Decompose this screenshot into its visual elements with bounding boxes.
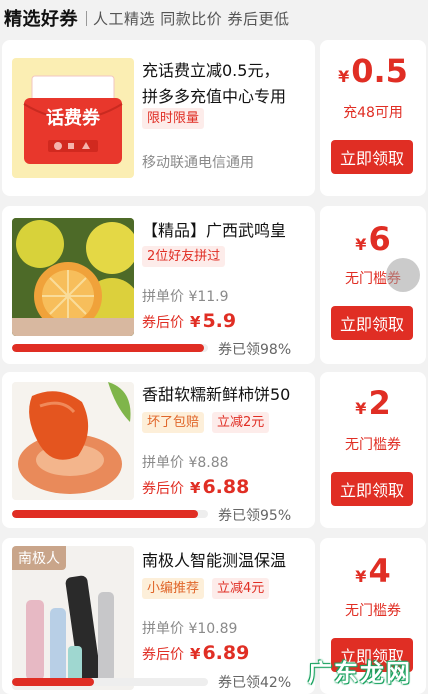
- orange-fruit-icon: [12, 218, 134, 336]
- coupon-value: 4: [368, 552, 391, 590]
- currency-symbol: ¥: [355, 399, 367, 418]
- thermos-product-image: 南极人: [12, 546, 134, 690]
- claimed-progress-fill: [12, 678, 95, 686]
- claimed-text: 券已领98%: [218, 342, 292, 358]
- claimed-progress-fill: [12, 510, 199, 518]
- section-header: 精选好券 人工精选 同款比价 券后更低: [0, 0, 428, 36]
- tag-row: 限时限量: [142, 108, 205, 129]
- claim-button[interactable]: 立即领取: [331, 306, 413, 340]
- claimed-progress-bar: [12, 678, 208, 686]
- coupon-amount: ¥6: [320, 220, 426, 258]
- product-title[interactable]: 【精品】广西武鸣皇: [142, 218, 286, 244]
- coupon-value: 2: [368, 384, 391, 422]
- tag-row: 小编推荐 立减4元: [142, 578, 270, 599]
- currency-symbol: ¥: [190, 479, 201, 497]
- currency-symbol: ¥: [355, 567, 367, 586]
- claimed-progress-bar: [12, 344, 208, 352]
- after-coupon-price: 券后价 ¥5.9: [142, 310, 236, 332]
- oranges-product-image: [12, 218, 134, 336]
- persimmon-product-image: [12, 382, 134, 500]
- after-price-label: 券后价: [142, 481, 184, 497]
- coupon-value: 6: [368, 220, 391, 258]
- coupon-condition: 无门槛券: [345, 437, 401, 453]
- after-price-value: 6.89: [202, 642, 250, 664]
- product-card-persimmon[interactable]: 香甜软糯新鲜柿饼50 坏了包赔 立减2元 拼单价 ¥8.88 券后价 ¥6.88 …: [2, 372, 315, 528]
- coupon-condition: 无门槛券: [345, 603, 401, 619]
- section-title: 精选好券: [4, 9, 78, 30]
- product-card-oranges[interactable]: 【精品】广西武鸣皇 2位好友拼过 拼单价 ¥11.9 券后价 ¥5.9 券已领98…: [2, 206, 315, 364]
- claimed-progress-fill: [12, 344, 205, 352]
- group-price: 拼单价 ¥8.88: [142, 455, 229, 471]
- coupon-image-caption: 话费券: [46, 108, 100, 129]
- group-price: 拼单价 ¥10.89: [142, 621, 238, 637]
- claimed-text: 券已领42%: [218, 675, 292, 691]
- coupon-panel-topup: ¥0.5 充48可用 立即领取: [320, 40, 426, 196]
- tag-friends-bought: 2位好友拼过: [142, 246, 226, 267]
- brand-image-label: 南极人: [12, 546, 66, 570]
- watermark-char: 网: [386, 658, 410, 687]
- group-price: 拼单价 ¥11.9: [142, 289, 229, 305]
- floating-scroll-handle[interactable]: [386, 258, 420, 292]
- product-title-line2[interactable]: 拼多多充值中心专用: [142, 84, 286, 110]
- claim-button[interactable]: 立即领取: [331, 472, 413, 506]
- currency-symbol: ¥: [190, 313, 201, 331]
- after-coupon-price: 券后价 ¥6.89: [142, 642, 249, 664]
- claimed-progress-bar: [12, 510, 208, 518]
- watermark-char: 东: [334, 658, 358, 687]
- tag-guarantee: 坏了包赔: [142, 412, 205, 433]
- site-watermark: 广 东 龙 网: [294, 650, 424, 690]
- section-subtitle: 人工精选 同款比价 券后更低: [93, 9, 290, 28]
- product-card-thermos[interactable]: 南极人 南极人智能测温保温 小编推荐 立减4元 拼单价 ¥10.89 券后价 ¥6…: [2, 538, 315, 694]
- tag-limited: 限时限量: [142, 108, 205, 129]
- after-price-label: 券后价: [142, 647, 184, 663]
- currency-symbol: ¥: [190, 645, 201, 663]
- coupon-amount: ¥0.5: [320, 52, 426, 90]
- product-card-topup[interactable]: 话费券 充话费立减0.5元， 拼多多充值中心专用 限时限量 移动联通电信通用: [2, 40, 315, 196]
- currency-symbol: ¥: [338, 67, 350, 86]
- currency-symbol: ¥: [355, 235, 367, 254]
- after-price-value: 6.88: [202, 476, 250, 498]
- claim-button[interactable]: 立即领取: [331, 140, 413, 174]
- watermark-char: 广: [308, 658, 332, 687]
- persimmon-icon: [12, 382, 134, 500]
- after-price-value: 5.9: [202, 310, 237, 332]
- claimed-text: 券已领95%: [218, 508, 292, 524]
- tag-row: 2位好友拼过: [142, 246, 226, 267]
- coupon-condition: 充48可用: [343, 105, 403, 121]
- topup-coupon-image: 话费券: [12, 58, 134, 178]
- product-title[interactable]: 南极人智能测温保温: [142, 548, 286, 574]
- after-price-label: 券后价: [142, 315, 184, 331]
- carrier-note: 移动联通电信通用: [142, 155, 254, 171]
- product-title[interactable]: 充话费立减0.5元，: [142, 58, 279, 84]
- tag-discount: 立减2元: [212, 412, 270, 433]
- tag-discount: 立减4元: [212, 578, 270, 599]
- coupon-amount: ¥2: [320, 384, 426, 422]
- header-divider: [86, 10, 87, 26]
- after-coupon-price: 券后价 ¥6.88: [142, 476, 249, 498]
- tag-editor-pick: 小编推荐: [142, 578, 205, 599]
- product-title[interactable]: 香甜软糯新鲜柿饼50: [142, 382, 290, 408]
- coupon-panel-persimmon: ¥2 无门槛券 立即领取: [320, 372, 426, 528]
- watermark-char: 龙: [360, 658, 384, 687]
- tag-row: 坏了包赔 立减2元: [142, 412, 270, 433]
- coupon-value: 0.5: [351, 52, 408, 90]
- coupon-amount: ¥4: [320, 552, 426, 590]
